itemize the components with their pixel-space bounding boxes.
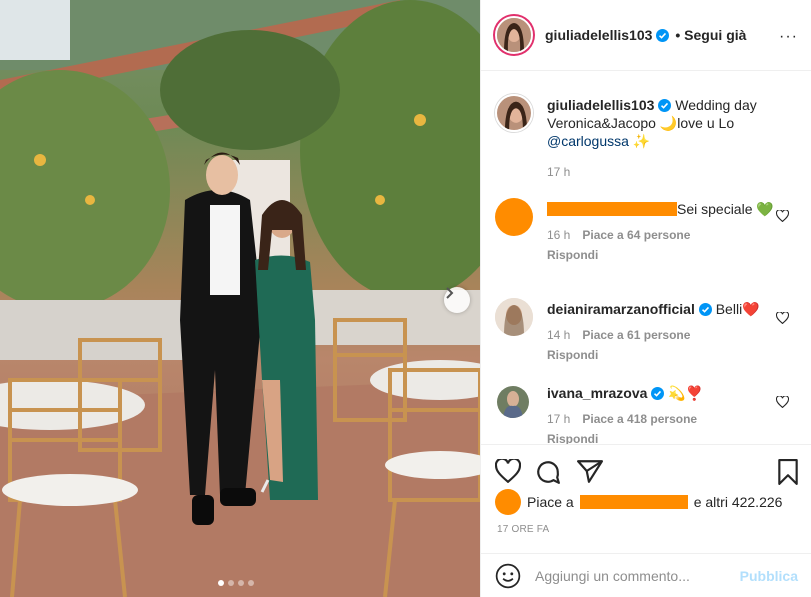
- comment-body: deianiramarzanofficial Belli❤️ 14 h Piace…: [547, 300, 787, 364]
- reply-button[interactable]: Rispondi: [547, 346, 787, 364]
- caption-time[interactable]: 17 h: [547, 163, 787, 181]
- caption-username[interactable]: giuliadelellis103: [547, 97, 654, 113]
- post-author-username[interactable]: giuliadelellis103: [545, 27, 652, 43]
- comment-item: deianiramarzanofficial Belli❤️ 14 h Piace…: [495, 298, 795, 368]
- post-actions: Piace a e altri 422.226 17 ORE FA: [481, 444, 811, 554]
- author-avatar-image: [497, 96, 531, 130]
- avatar[interactable]: [495, 16, 533, 54]
- carousel-dot: [228, 580, 234, 586]
- comment-text: 💫❣️: [668, 385, 704, 401]
- comment-likes-count[interactable]: Piace a 61 persone: [582, 328, 690, 342]
- post-timestamp[interactable]: 17 ORE FA: [497, 524, 549, 535]
- redacted-liker-name: [579, 495, 688, 509]
- comment-text: Sei speciale 💚: [677, 201, 774, 217]
- comment-time[interactable]: 14 h: [547, 328, 570, 342]
- comment-body: ivana_mrazova 💫❣️ 17 h Piace a 418 person…: [547, 384, 787, 444]
- comment-meta: 16 h Piace a 64 persone: [547, 226, 787, 244]
- caption-mention-link[interactable]: @carlogussa: [547, 133, 629, 149]
- comment-username[interactable]: deianiramarzanofficial: [547, 301, 695, 317]
- avatar[interactable]: [497, 386, 529, 418]
- comment-body: Sei speciale 💚 16 h Piace a 64 persone Ri…: [547, 200, 787, 264]
- caption-text-end: ✨: [628, 133, 651, 149]
- caption: giuliadelellis103 Wedding day Veronica&J…: [495, 94, 795, 184]
- comment-text: Belli❤️: [715, 301, 760, 317]
- comment-input[interactable]: [535, 567, 740, 584]
- verified-icon: [651, 387, 665, 400]
- reply-button[interactable]: Rispondi: [547, 246, 787, 264]
- comment-item: Sei speciale 💚 16 h Piace a 64 persone Ri…: [495, 198, 795, 278]
- post-photo[interactable]: [0, 0, 480, 597]
- comment-item: ivana_mrazova 💫❣️ 17 h Piace a 418 person…: [495, 382, 795, 444]
- avatar[interactable]: [495, 94, 533, 132]
- likes-summary: Piace a e altri 422.226: [495, 489, 782, 515]
- verified-icon: [656, 28, 670, 42]
- bookmark-icon[interactable]: [777, 459, 799, 485]
- carousel-dot: [218, 580, 224, 586]
- comment-username[interactable]: ivana_mrazova: [547, 385, 647, 401]
- avatar[interactable]: [495, 198, 533, 236]
- carousel-indicator: [218, 580, 254, 586]
- share-icon[interactable]: [577, 459, 603, 483]
- comment-time[interactable]: 16 h: [547, 228, 570, 242]
- publish-button[interactable]: Pubblica: [740, 568, 798, 584]
- carousel-dot: [238, 580, 244, 586]
- comment-composer: Pubblica: [481, 553, 811, 597]
- post-side-panel: giuliadelellis103 • Segui già ··· giulia…: [480, 0, 811, 597]
- next-slide-button[interactable]: [444, 287, 470, 313]
- likes-count[interactable]: e altri 422.226: [694, 494, 783, 510]
- comment-like-heart-icon[interactable]: [776, 210, 789, 222]
- comment-like-heart-icon[interactable]: [776, 312, 789, 324]
- carousel-dot: [248, 580, 254, 586]
- chevron-right-icon: [446, 287, 454, 299]
- commenter-avatar-image: [495, 298, 533, 336]
- comment-time[interactable]: 17 h: [547, 412, 570, 426]
- comment-meta: 17 h Piace a 418 persone: [547, 410, 787, 428]
- more-options-button[interactable]: ···: [779, 28, 798, 46]
- caption-body: giuliadelellis103 Wedding day Veronica&J…: [547, 96, 787, 181]
- comment-like-heart-icon[interactable]: [776, 396, 789, 408]
- reply-button[interactable]: Rispondi: [547, 430, 787, 444]
- wedding-scene-image: [0, 0, 480, 597]
- emoji-icon[interactable]: [495, 563, 521, 589]
- comment-meta: 14 h Piace a 61 persone: [547, 326, 787, 344]
- commenter-avatar-image: [497, 386, 529, 418]
- comment-icon[interactable]: [535, 459, 561, 485]
- avatar[interactable]: [495, 298, 533, 336]
- comment-likes-count[interactable]: Piace a 418 persone: [582, 412, 697, 426]
- comment-likes-count[interactable]: Piace a 64 persone: [582, 228, 690, 242]
- redacted-username: [547, 202, 677, 216]
- verified-icon: [658, 99, 672, 112]
- heart-icon[interactable]: [495, 459, 521, 483]
- post-header: giuliadelellis103 • Segui già ···: [481, 0, 811, 71]
- verified-icon: [698, 303, 712, 316]
- likes-prefix: Piace a: [527, 494, 574, 510]
- author-avatar-image: [497, 18, 531, 52]
- liker-avatar[interactable]: [495, 489, 521, 515]
- following-button[interactable]: • Segui già: [675, 27, 746, 43]
- comments-list: giuliadelellis103 Wedding day Veronica&J…: [481, 72, 811, 444]
